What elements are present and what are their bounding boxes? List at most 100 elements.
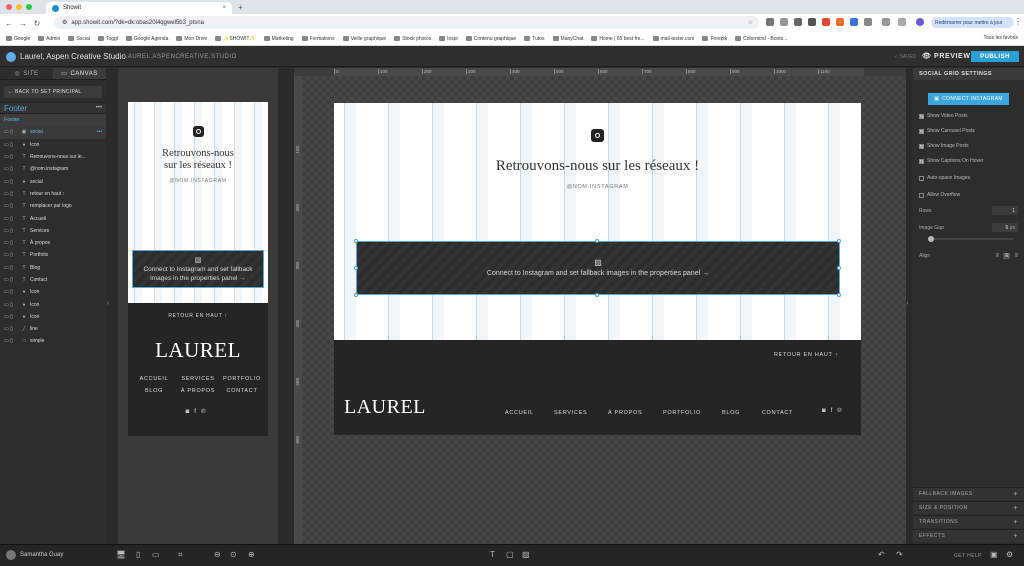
mobile-heading-line1[interactable]: Retrouvons-nous xyxy=(128,148,268,159)
layer-visibility-icon[interactable]: ▭ ▯ xyxy=(4,302,18,308)
add-image-icon[interactable]: ▨ xyxy=(522,550,530,559)
bookmark-item[interactable]: Freepik xyxy=(702,36,727,42)
get-help-link[interactable]: GET HELP xyxy=(954,553,982,559)
desktop-canvas[interactable]: Retrouvons-nous sur les réseaux ! @NOM.I… xyxy=(334,103,861,435)
mobile-footer[interactable]: RETOUR EN HAUT ↑ LAUREL ACCUEIL SERVICES… xyxy=(128,303,268,436)
bookmark-item[interactable]: Stock photos xyxy=(394,36,431,42)
all-bookmarks-link[interactable]: Tous les favoris xyxy=(984,35,1018,41)
layer-item[interactable]: ▭ ▯ T Services xyxy=(0,225,106,237)
checkbox-checked-icon[interactable]: ✓ xyxy=(919,158,924,164)
side-panel-icon[interactable] xyxy=(898,18,906,26)
option-checkbox[interactable]: ✓ Show Carousel Posts xyxy=(919,128,975,134)
option-checkbox[interactable]: Auto-space Images xyxy=(919,175,970,181)
user-avatar[interactable] xyxy=(6,550,16,560)
layer-item[interactable]: ▭ ▯ Tretour en haut ↑ xyxy=(0,188,106,200)
layer-visibility-icon[interactable]: ▭ ▯ xyxy=(4,338,18,344)
nav-portfolio[interactable]: PORTFOLIO xyxy=(663,410,701,416)
footer-logo[interactable]: LAUREL xyxy=(344,396,426,419)
bookmark-item[interactable]: Home | 65 best fre... xyxy=(591,36,645,42)
desktop-mobile-view-icon[interactable]: 🖥 xyxy=(116,550,126,559)
mobile-nav-accueil[interactable]: ACCUEIL xyxy=(132,376,176,382)
zoom-reset-icon[interactable]: ⊙ xyxy=(230,550,237,559)
bookmark-item[interactable]: Social xyxy=(68,36,90,42)
layer-item[interactable]: ▭ ▯ T À propos xyxy=(0,237,106,249)
layer-item[interactable]: ▭ ▯ ╱ line xyxy=(0,323,106,335)
zoom-out-icon[interactable]: ⊖ xyxy=(214,550,221,559)
mobile-social-grid[interactable]: ▨ Connect to Instagram and set fallback … xyxy=(132,250,264,288)
bookmark-item[interactable]: Tutos xyxy=(524,36,545,42)
layer-visibility-icon[interactable]: ▭ ▯ xyxy=(4,314,18,320)
bookmark-item[interactable]: Formations xyxy=(301,36,335,42)
bookmark-item[interactable]: Inspi xyxy=(439,36,458,42)
mobile-nav-services[interactable]: SERVICES xyxy=(176,376,220,382)
rows-input[interactable]: 1 xyxy=(992,206,1018,215)
url-field[interactable]: ⚙ app.showit.com/?dk=dk:obas20l4qgwel5b3… xyxy=(54,16,759,29)
back-to-set-button[interactable]: ← BACK TO SET PRINCIPAL xyxy=(4,86,102,98)
user-name[interactable]: Samantha Guay xyxy=(20,552,63,558)
layer-visibility-icon[interactable]: ▭ ▯ xyxy=(4,228,18,234)
layer-visibility-icon[interactable]: ▭ ▯ xyxy=(4,326,18,332)
layer-visibility-icon[interactable]: ▭ ▯ xyxy=(4,179,18,185)
close-tab-icon[interactable]: × xyxy=(222,5,226,11)
option-checkbox[interactable]: Allow Overflow xyxy=(919,192,960,198)
instagram-icon[interactable] xyxy=(193,126,204,137)
expand-plus-icon[interactable]: + xyxy=(1013,519,1018,526)
option-checkbox[interactable]: ✓ Show Captions On Hover xyxy=(919,158,983,164)
browser-tab[interactable]: Showit × xyxy=(46,2,232,14)
layer-visibility-icon[interactable]: ▭ ▯ xyxy=(4,277,18,283)
mobile-nav-contact[interactable]: CONTACT xyxy=(220,388,264,394)
tab-canvas[interactable]: ▭ CANVAS xyxy=(53,68,106,79)
mobile-nav-portfolio[interactable]: PORTFOLIO xyxy=(220,376,264,382)
desktop-view-icon[interactable]: ▭ xyxy=(152,550,160,559)
align-center-icon[interactable]: ≡ xyxy=(1002,253,1011,259)
mobile-heading-line2[interactable]: sur les réseaux ! xyxy=(128,160,268,171)
bookmark-item[interactable]: Contenu graphique xyxy=(465,36,516,42)
bookmark-item[interactable]: mail-tester.com xyxy=(652,36,694,42)
connect-instagram-button[interactable]: ▣ CONNECT INSTAGRAM xyxy=(928,93,1009,105)
layer-visibility-icon[interactable]: ▭ ▯ xyxy=(4,289,18,295)
facebook-icon[interactable]: f xyxy=(194,409,201,415)
browser-menu-icon[interactable]: ⋮ xyxy=(1014,17,1022,26)
instagram-icon[interactable]: ◙ xyxy=(186,409,195,415)
layer-visibility-icon[interactable]: ▭ ▯ xyxy=(4,252,18,258)
align-right-icon[interactable]: ≡ xyxy=(1014,253,1018,259)
layer-group-footer[interactable]: Footer xyxy=(0,114,106,127)
extension-icon[interactable] xyxy=(794,18,802,26)
layer-item[interactable]: ▭ ▯ T Accueil xyxy=(0,212,106,224)
checkbox-icon[interactable] xyxy=(919,192,924,198)
slider-handle[interactable] xyxy=(928,236,934,242)
grid-icon[interactable]: ⌗ xyxy=(178,550,183,560)
nav-contact[interactable]: CONTACT xyxy=(762,410,793,416)
option-checkbox[interactable]: ✓ Show Image Posts xyxy=(919,143,969,149)
minimize-window-icon[interactable] xyxy=(16,4,22,10)
extension-icon[interactable] xyxy=(822,18,830,26)
add-shape-icon[interactable]: ▢ xyxy=(506,550,514,559)
nav-accueil[interactable]: ACCUEIL xyxy=(505,410,534,416)
gap-input[interactable]: 5 px xyxy=(992,223,1018,232)
bookmark-item[interactable]: Mon Drive xyxy=(176,36,207,42)
layer-item[interactable]: ▭ ▯ T Portfolio xyxy=(0,249,106,261)
accordion-section[interactable]: FALLBACK IMAGES + xyxy=(913,487,1024,500)
mobile-view-icon[interactable]: ▯ xyxy=(136,550,140,559)
mobile-canvas[interactable]: Retrouvons-nous sur les réseaux ! @NOM.I… xyxy=(128,102,268,436)
preview-button[interactable]: 👁 PREVIEW xyxy=(922,52,971,60)
layer-visibility-icon[interactable]: ▭ ▯ xyxy=(4,166,18,172)
checkbox-checked-icon[interactable]: ✓ xyxy=(919,128,924,134)
new-tab-button[interactable]: + xyxy=(238,3,243,12)
layer-item[interactable]: ▭ ▯ ● Icon xyxy=(0,286,106,298)
layer-item[interactable]: ▭ ▯ T @nom.instagram xyxy=(0,163,106,175)
footer-section[interactable]: RETOUR EN HAUT ↑ LAUREL ACCUEIL SERVICES… xyxy=(334,340,861,435)
mobile-nav-apropos[interactable]: À PROPOS xyxy=(176,388,220,394)
redo-icon[interactable]: ↷ xyxy=(896,550,903,559)
nav-apropos[interactable]: À PROPOS xyxy=(608,410,642,416)
expand-plus-icon[interactable]: + xyxy=(1013,505,1018,512)
more-options-icon[interactable]: ••• xyxy=(96,105,102,111)
checkbox-checked-icon[interactable]: ✓ xyxy=(919,113,924,119)
nav-services[interactable]: SERVICES xyxy=(554,410,587,416)
accordion-section[interactable]: EFFECTS + xyxy=(913,529,1024,542)
bookmark-item[interactable]: Toggl xyxy=(97,36,118,42)
publish-button[interactable]: PUBLISH xyxy=(971,51,1019,62)
bookmark-item[interactable]: Admin xyxy=(38,36,60,42)
showit-logo-icon[interactable] xyxy=(6,52,16,62)
close-window-icon[interactable] xyxy=(6,4,12,10)
